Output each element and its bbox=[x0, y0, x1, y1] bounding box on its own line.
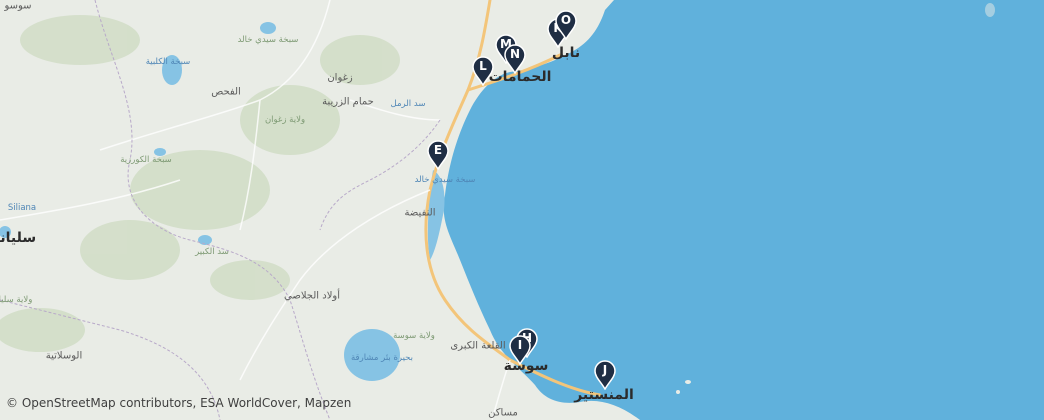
place-label-oueslatia: الوسلاتية bbox=[45, 350, 83, 362]
place-label-sebkha-sidi-khelifa: سبخة سيدي خالد bbox=[414, 175, 476, 185]
place-label-siliana: سليانة bbox=[0, 230, 37, 246]
marker-e[interactable]: E bbox=[426, 140, 450, 170]
marker-i[interactable]: I bbox=[508, 335, 532, 365]
map-canvas[interactable]: سوسو سبخة سيدي خالد سبخة الكلبية زغوان ا… bbox=[0, 0, 1044, 420]
marker-o[interactable]: O bbox=[554, 10, 578, 40]
attribution-text[interactable]: OpenStreetMap contributors, ESA WorldCov… bbox=[22, 396, 351, 410]
marker-letter: L bbox=[479, 59, 487, 73]
place-label-wilaya-zaghouan: ولاية زغوان bbox=[264, 115, 306, 125]
place-label-msaken: مساكن bbox=[488, 407, 518, 419]
map-attribution[interactable]: © OpenStreetMap contributors, ESA WorldC… bbox=[6, 396, 351, 410]
marker-l[interactable]: L bbox=[471, 56, 495, 86]
place-label-sad-ramel: سد الرمل bbox=[390, 99, 426, 109]
place-label-sidi-saad: سبخة الكورزية bbox=[120, 155, 172, 165]
place-label-hammam-zriba: حمام الزريبة bbox=[322, 96, 374, 108]
place-label-kalaa-kebira: القلعة الكبرى bbox=[450, 340, 506, 352]
place-label-wilaya-siliana: ولاية سليانة bbox=[0, 295, 33, 305]
place-label-ouled-jelassi: أولاد الجلاصي bbox=[283, 290, 341, 302]
marker-letter: O bbox=[560, 13, 572, 27]
copyright-symbol: © bbox=[6, 396, 18, 410]
place-label-siliana-lake: Siliana bbox=[7, 203, 37, 213]
marker-j[interactable]: J bbox=[593, 360, 617, 390]
place-label-enfidha: النفيضة bbox=[404, 207, 436, 219]
place-label-bir-mcherga: سبخة سيدي خالد bbox=[237, 35, 299, 45]
marker-letter: E bbox=[433, 143, 443, 157]
marker-letter: J bbox=[602, 363, 608, 377]
place-label-el-fahs: الفحص bbox=[211, 86, 241, 98]
place-label-sebkha-kelbia: بحيرة بئر مشارقة bbox=[350, 353, 414, 363]
place-label-nebhana: سد الكبير bbox=[195, 247, 229, 257]
place-label-sebkha-koursia: سبخة الكلبية bbox=[145, 57, 191, 67]
marker-letter: I bbox=[517, 338, 523, 352]
marker-n[interactable]: N bbox=[503, 44, 527, 74]
place-label-zaghouan: زغوان bbox=[327, 72, 353, 84]
place-label-soussa-top: سوسو bbox=[4, 0, 32, 12]
marker-letter: N bbox=[509, 47, 521, 61]
place-label-wilaya-sousse: ولاية سوسة bbox=[393, 331, 435, 341]
